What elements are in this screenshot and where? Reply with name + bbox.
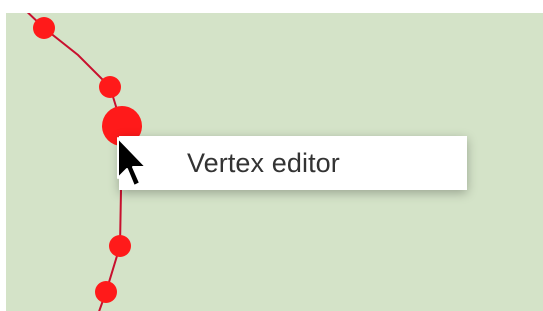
- context-menu: Vertex editor: [119, 136, 467, 190]
- menu-item-vertex-editor[interactable]: Vertex editor: [119, 148, 340, 179]
- vertex-handle[interactable]: [99, 76, 121, 98]
- vertex-handle[interactable]: [33, 17, 55, 39]
- arrow-pointer-icon: [117, 137, 147, 187]
- vertex-handle[interactable]: [109, 235, 131, 257]
- vertex-handle[interactable]: [95, 281, 117, 303]
